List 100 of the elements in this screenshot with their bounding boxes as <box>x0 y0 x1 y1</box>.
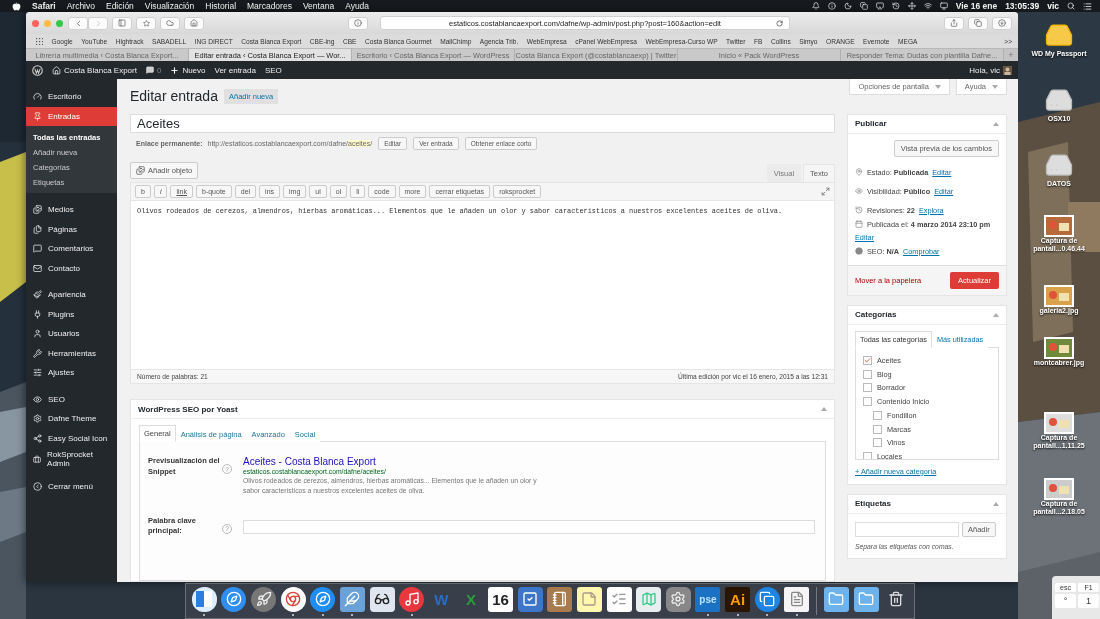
view-post-link[interactable]: Ver entrada <box>214 65 256 75</box>
seo-link[interactable]: SEO <box>264 65 282 75</box>
checkbox[interactable] <box>863 383 872 393</box>
cloud-button[interactable] <box>160 16 180 30</box>
map-icon[interactable] <box>636 586 662 612</box>
tabs-button[interactable] <box>968 16 988 30</box>
new-link[interactable]: Nuevo <box>182 65 206 75</box>
image-thumbnail-icon[interactable] <box>1044 412 1074 434</box>
image-thumbnail-icon[interactable] <box>1044 285 1074 307</box>
sidebar-item[interactable]: Comentarios <box>26 239 117 259</box>
sidebar-item[interactable]: Usuarios <box>26 324 117 344</box>
app-icon[interactable]: Ai <box>725 586 751 612</box>
menu-item[interactable]: Historial <box>205 1 237 11</box>
compass-icon[interactable] <box>310 586 336 612</box>
checkbox[interactable] <box>873 424 882 434</box>
airplay-icon[interactable] <box>875 2 884 10</box>
menu-item[interactable]: Visualización <box>144 1 195 11</box>
tag-field[interactable] <box>855 521 959 537</box>
grid-icon[interactable] <box>36 37 43 45</box>
search-icon[interactable] <box>1067 2 1075 10</box>
comment-count[interactable]: 0 <box>156 65 162 75</box>
user-name[interactable]: vic <box>1047 1 1059 11</box>
browser-icon[interactable] <box>280 586 306 612</box>
reload-icon[interactable] <box>776 19 783 27</box>
logo-icon[interactable] <box>32 64 43 76</box>
share-button[interactable] <box>944 16 964 30</box>
site-link[interactable]: Costa Blanca Export <box>64 65 137 75</box>
clock-text[interactable]: 13:05:39 <box>1005 1 1040 11</box>
panel-title: Publicar <box>855 119 887 129</box>
app-icon[interactable]: 16 <box>488 586 514 612</box>
image-thumbnail-icon[interactable] <box>1044 215 1074 237</box>
menu-item[interactable]: Edición <box>105 1 134 11</box>
menu-item[interactable]: Archivo <box>66 1 95 11</box>
face-tile-icon[interactable] <box>191 586 217 612</box>
greeting-link[interactable]: Hola, vic <box>969 65 1000 75</box>
sidebar-item[interactable]: Apariencia <box>26 285 117 305</box>
document-icon[interactable] <box>784 586 810 612</box>
comment-icon[interactable] <box>145 66 154 74</box>
checkbox-icon[interactable] <box>517 586 543 612</box>
keyword-field[interactable] <box>243 519 815 534</box>
sidebar-item[interactable]: Plugins <box>26 304 117 324</box>
sidebar-item[interactable]: Ajustes <box>26 363 117 383</box>
date-text[interactable]: Vie 16 ene <box>955 1 998 11</box>
sidebar-item[interactable]: Medios <box>26 200 117 220</box>
images-icon <box>33 205 42 215</box>
checkbox[interactable] <box>873 438 882 448</box>
moon-icon[interactable] <box>843 2 852 10</box>
sidebar-item[interactable]: Escritorio <box>26 87 117 107</box>
folder-icon[interactable] <box>853 586 879 612</box>
sidebar-item[interactable]: Herramientas <box>26 343 117 363</box>
sidebar-item[interactable]: Contacto <box>26 258 117 278</box>
collapse-menu-link[interactable]: Cerrar menú <box>48 482 93 492</box>
music-icon[interactable] <box>399 586 425 612</box>
gear-icon[interactable] <box>665 586 691 612</box>
fullscreen-icon[interactable] <box>821 187 830 197</box>
image-thumbnail-icon[interactable] <box>1044 337 1074 359</box>
glasses-icon[interactable] <box>369 586 395 612</box>
sidebar-item[interactable]: Dafne Theme <box>26 409 117 429</box>
avatar-icon[interactable] <box>1003 65 1012 75</box>
home-icon[interactable] <box>52 65 61 75</box>
sidebar-item[interactable]: RokSprocket Admin <box>26 448 117 470</box>
sidebar-item[interactable]: Easy Social Icon <box>26 428 117 448</box>
gear-icon <box>33 414 42 424</box>
key[interactable]: ° <box>1055 594 1076 608</box>
plus-icon[interactable] <box>170 65 180 75</box>
key[interactable]: 1 <box>1078 594 1099 608</box>
bird-picture-icon[interactable] <box>339 586 365 612</box>
folder-icon[interactable] <box>823 586 849 612</box>
caret-icon <box>934 84 941 89</box>
checkbox[interactable] <box>863 451 872 459</box>
app-icon[interactable]: pse <box>695 586 721 612</box>
bell-icon[interactable] <box>811 2 820 10</box>
menu-item[interactable]: Ventana <box>302 1 335 11</box>
checkbox[interactable] <box>863 356 872 366</box>
rocket-icon[interactable] <box>251 586 277 612</box>
info-icon[interactable] <box>827 2 836 10</box>
menu-item[interactable]: Ayuda <box>345 1 370 11</box>
image-thumbnail-icon[interactable] <box>1044 478 1074 500</box>
time-machine-icon[interactable] <box>891 2 900 10</box>
list-icon[interactable] <box>606 586 632 612</box>
checkbox[interactable] <box>873 410 882 420</box>
sidebar-item[interactable]: Entradas <box>26 106 117 126</box>
sidebar-item[interactable]: SEO <box>26 389 117 409</box>
wifi-icon[interactable] <box>923 2 932 10</box>
sidebar-label: Escritorio <box>48 92 82 102</box>
note-icon[interactable] <box>576 586 602 612</box>
title-field[interactable]: Aceites <box>130 113 835 134</box>
arrows-icon[interactable] <box>907 2 916 10</box>
menu-item[interactable]: Safari <box>32 1 56 11</box>
menu-item[interactable]: Marcadores <box>247 1 292 11</box>
compass-icon[interactable] <box>221 586 247 612</box>
display-icon[interactable] <box>939 2 948 10</box>
windows-icon[interactable] <box>859 2 868 10</box>
checkbox[interactable] <box>863 397 872 407</box>
sidebar-item[interactable]: Páginas <box>26 219 117 239</box>
apple-icon[interactable] <box>12 1 21 11</box>
notebook-icon[interactable] <box>547 586 573 612</box>
menu-icon[interactable] <box>1083 1 1092 11</box>
checkbox[interactable] <box>863 369 872 379</box>
copy-icon[interactable] <box>754 586 780 612</box>
